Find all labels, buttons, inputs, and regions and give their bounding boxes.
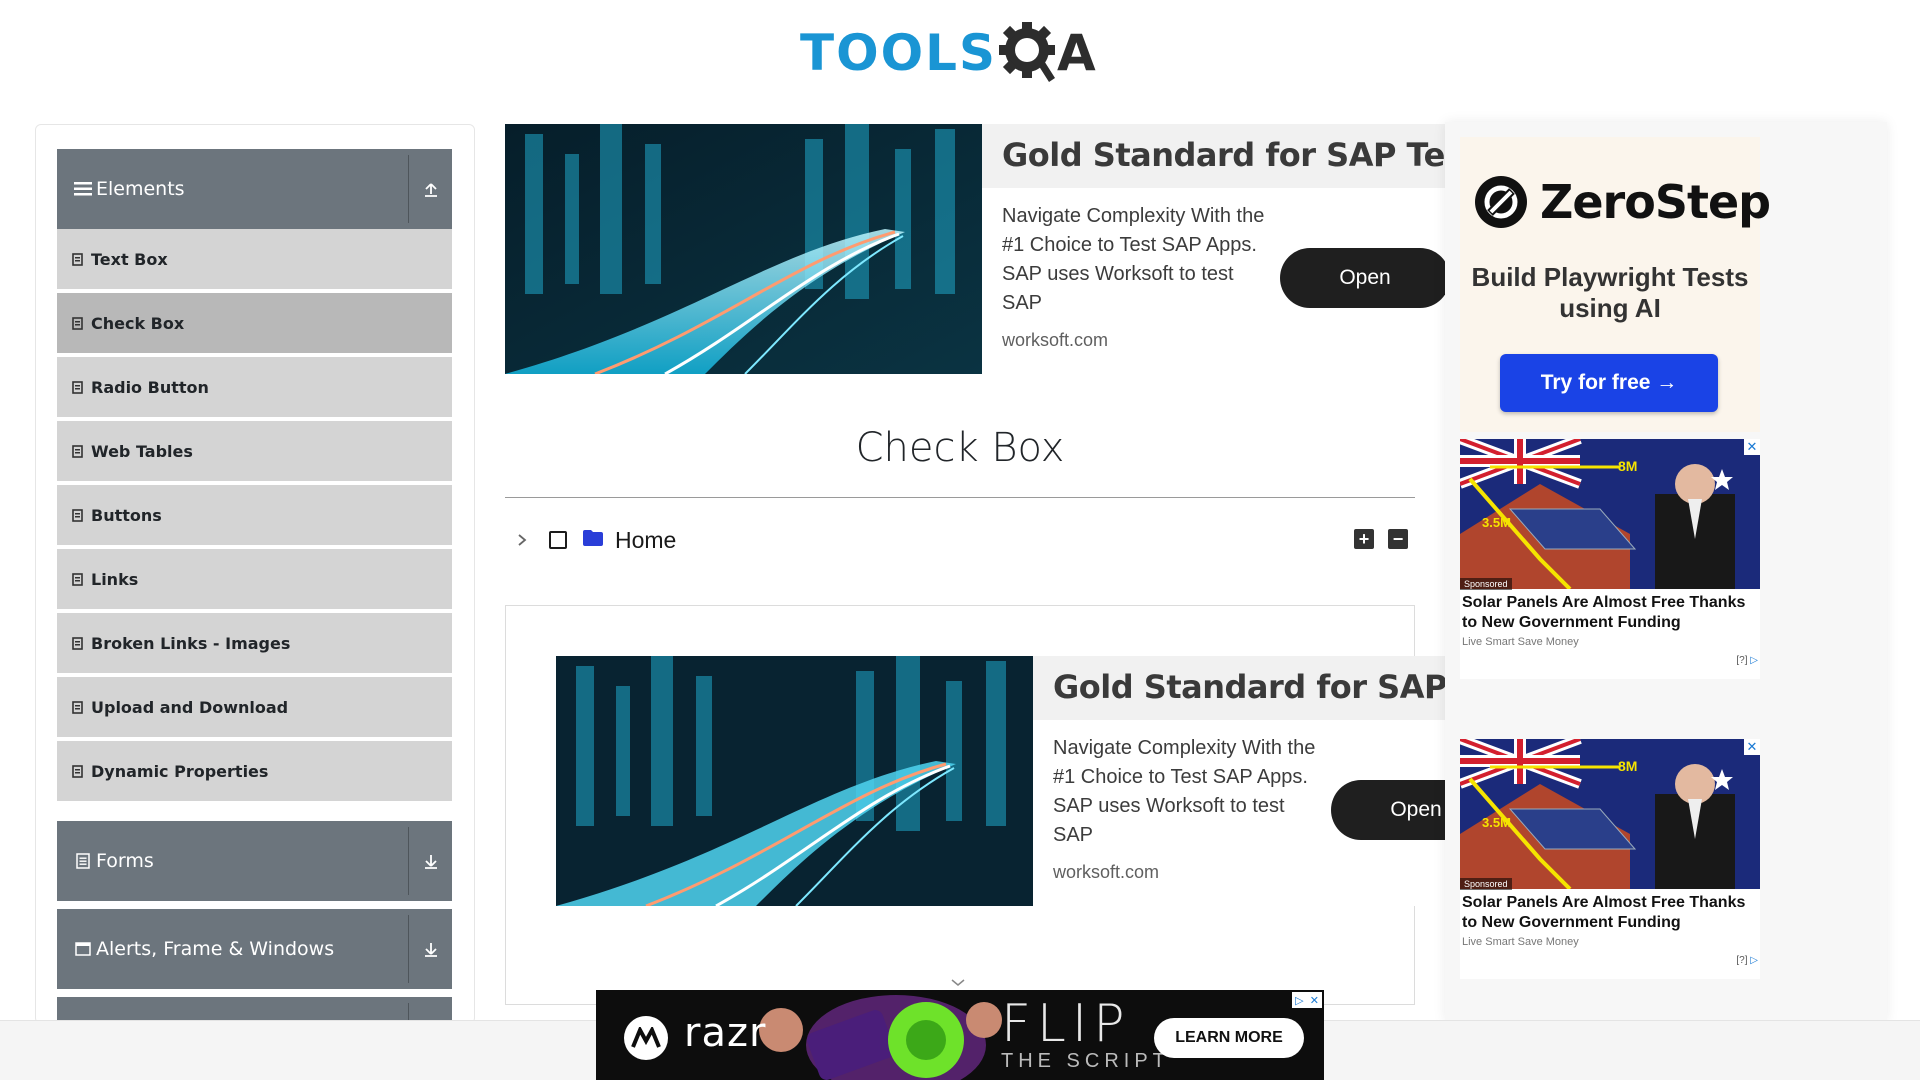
group-forms[interactable]: Forms [57, 821, 452, 901]
form-icon [74, 853, 92, 869]
menu-item-label: Links [91, 569, 139, 589]
ad-headline[interactable]: Solar Panels Are Almost Free Thanks to N… [1462, 893, 1758, 933]
menu-item-label: Radio Button [91, 377, 209, 397]
ad-image [505, 124, 982, 374]
page-title: Check Box [855, 425, 1065, 471]
group-alerts-frame-windows[interactable]: Alerts, Frame & Windows [57, 909, 452, 989]
menu-item-label: Buttons [91, 505, 162, 525]
menu-item-label: Text Box [91, 249, 168, 269]
menu-item-label: Broken Links - Images [91, 633, 291, 653]
tree-node-label[interactable]: Home [615, 527, 676, 554]
close-icon[interactable]: ✕ [1744, 739, 1760, 755]
ad-title[interactable]: Gold Standard for SAP Testing [1002, 136, 1445, 174]
menu-item-radio-button[interactable]: Radio Button [57, 357, 452, 419]
ad-close-icon[interactable]: ▷ ✕ [1292, 992, 1322, 1008]
chevron-right-icon[interactable] [505, 533, 539, 547]
collapse-up-icon[interactable] [409, 149, 452, 229]
zerostep-logo-icon [1475, 176, 1527, 228]
group-elements[interactable]: Elements [57, 149, 452, 229]
hamburger-icon [74, 182, 92, 196]
solar-ad[interactable]: 8M 3.5M Sponsored ✕ Solar Panels Are Alm… [1460, 739, 1760, 979]
zerostep-brand: ZeroStep [1474, 175, 1771, 229]
group-label: Alerts, Frame & Windows [96, 938, 335, 960]
expand-all-button[interactable]: + [1354, 529, 1374, 549]
ad-source: Live Smart Save Money [1462, 636, 1579, 648]
menu-item-label: Dynamic Properties [91, 761, 269, 781]
ad-banner-top[interactable]: Gold Standard for SAP Testing Navigate C… [505, 124, 1445, 374]
try-for-free-button[interactable]: Try for free → [1500, 354, 1718, 412]
menu-item-dynamic-properties[interactable]: Dynamic Properties [57, 741, 452, 803]
razr-brand: razr [684, 1010, 767, 1056]
item-icon [72, 316, 84, 330]
folder-icon [583, 529, 603, 551]
razr-ad[interactable]: razr FLIP THE SCRIPT LEARN MORE ▷ ✕ [596, 990, 1324, 1080]
logo-text: TOOLS [800, 24, 997, 82]
ad-info-text: [?] [1736, 955, 1748, 966]
menu-item-text-box[interactable]: Text Box [57, 229, 452, 291]
item-icon [72, 444, 84, 458]
menu-item-links[interactable]: Links [57, 549, 452, 611]
gear-q-icon [999, 22, 1055, 82]
ad-info-text: [?] [1736, 655, 1748, 666]
item-icon [72, 636, 84, 650]
logo-suffix: A [1057, 24, 1098, 82]
sponsored-badge: Sponsored [1460, 578, 1512, 590]
checkbox-tree: Home + − [505, 520, 1415, 560]
menu-item-broken-links[interactable]: Broken Links - Images [57, 613, 452, 675]
toolsqa-logo[interactable]: TOOLS A [800, 14, 1125, 92]
stat-8m: 8M [1618, 758, 1637, 774]
menu-item-web-tables[interactable]: Web Tables [57, 421, 452, 483]
zerostep-tagline: Build Playwright Tests using AI [1471, 262, 1749, 323]
item-icon [72, 572, 84, 586]
group-label: Forms [96, 850, 154, 872]
motorola-logo-icon [624, 1016, 668, 1060]
ad-open-button[interactable]: Open [1331, 780, 1445, 840]
sponsored-badge: Sponsored [1460, 878, 1512, 890]
ad-headline[interactable]: Solar Panels Are Almost Free Thanks to N… [1462, 593, 1758, 633]
stat-3-5m: 3.5M [1482, 815, 1511, 830]
close-icon[interactable]: ✕ [1744, 439, 1760, 455]
ad-domain[interactable]: worksoft.com [1002, 330, 1108, 351]
ad-description: Navigate Complexity With the #1 Choice t… [1002, 205, 1265, 314]
sidebar: Elements Text Box Check Box Radio Button… [35, 124, 475, 1024]
menu-item-label: Web Tables [91, 441, 193, 461]
item-icon [72, 700, 84, 714]
ad-title[interactable]: Gold Standard for SAP Testing [1053, 668, 1445, 706]
expand-down-icon[interactable] [409, 821, 452, 901]
menu-item-label: Upload and Download [91, 697, 289, 717]
stat-8m: 8M [1618, 458, 1637, 474]
item-icon [72, 380, 84, 394]
group-label: Elements [96, 178, 185, 200]
solar-ad[interactable]: 8M 3.5M Sponsored ✕ Solar Panels Are Alm… [1460, 439, 1760, 679]
ad-banner-inline[interactable]: Gold Standard for SAP Testing Navigate C… [556, 656, 1445, 906]
ad-info-icon[interactable]: [?] ▷ [1736, 655, 1758, 666]
razr-subline: THE SCRIPT [1001, 1050, 1170, 1072]
menu-item-buttons[interactable]: Buttons [57, 485, 452, 547]
menu-item-upload-download[interactable]: Upload and Download [57, 677, 452, 739]
collapse-all-button[interactable]: − [1388, 529, 1408, 549]
ad-image: 8M 3.5M [1460, 439, 1760, 589]
item-icon [72, 508, 84, 522]
zerostep-name: ZeroStep [1540, 175, 1771, 229]
razr-headline: FLIP [1001, 994, 1131, 1054]
item-icon [72, 764, 84, 778]
stat-3-5m: 3.5M [1482, 515, 1511, 530]
expand-down-icon[interactable] [409, 909, 452, 989]
ad-info-icon[interactable]: [?] ▷ [1736, 955, 1758, 966]
menu-item-check-box[interactable]: Check Box [57, 293, 452, 355]
ad-source: Live Smart Save Money [1462, 936, 1579, 948]
ad-description: Navigate Complexity With the #1 Choice t… [1053, 737, 1316, 846]
ad-image: 8M 3.5M [1460, 739, 1760, 889]
ad-domain[interactable]: worksoft.com [1053, 862, 1159, 883]
divider [505, 497, 1415, 498]
ad-open-button[interactable]: Open [1280, 248, 1445, 308]
menu-item-label: Check Box [91, 313, 185, 333]
ad-image [556, 656, 1033, 906]
item-icon [72, 252, 84, 266]
learn-more-button[interactable]: LEARN MORE [1154, 1018, 1304, 1058]
window-icon [74, 942, 92, 956]
home-checkbox[interactable] [549, 531, 567, 549]
